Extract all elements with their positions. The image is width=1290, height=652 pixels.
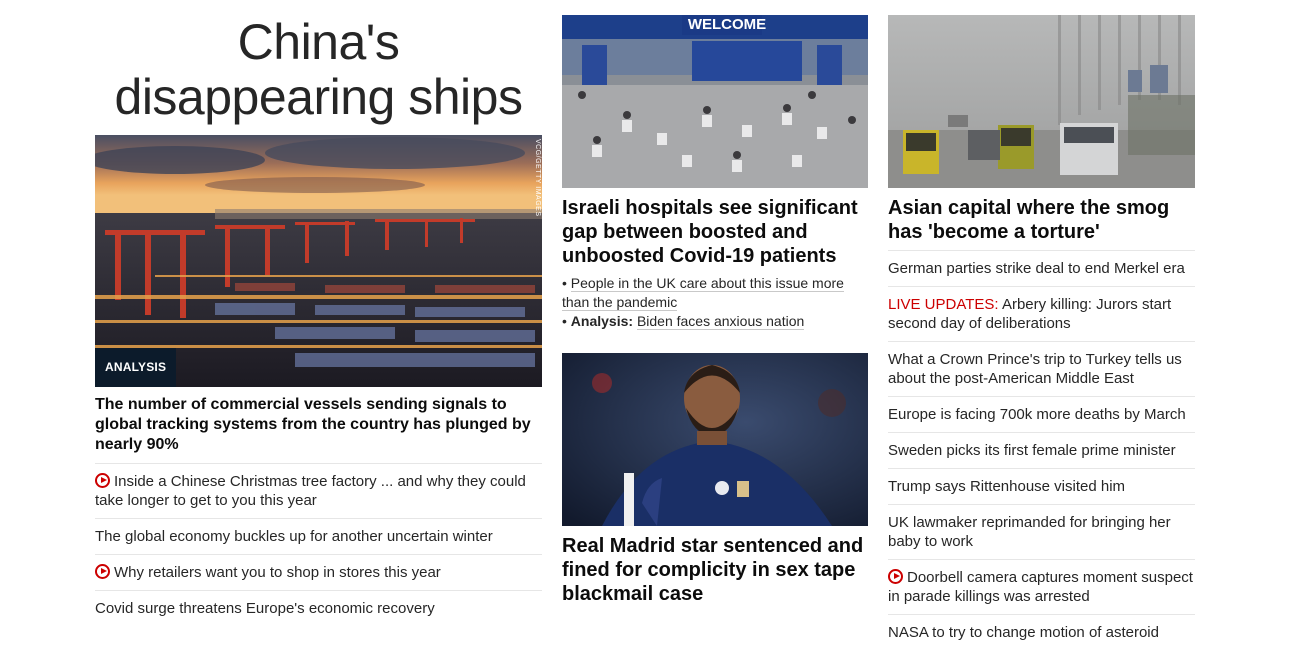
lead-image[interactable]: VCG/GETTY IMAGES ANALYSIS — [95, 135, 542, 387]
hospital-photo: WELCOME — [562, 15, 868, 188]
analysis-label: Analysis: — [570, 313, 634, 329]
link-text[interactable]: Why retailers want you to shop in stores… — [114, 564, 441, 581]
lead-headline[interactable]: China's disappearing ships — [95, 15, 542, 125]
list-item[interactable]: LIVE UPDATES: Arbery killing: Jurors sta… — [888, 286, 1195, 341]
live-updates-label: LIVE UPDATES: — [888, 296, 999, 313]
list-item[interactable]: Europe is facing 700k more deaths by Mar… — [888, 396, 1195, 432]
smog-image[interactable] — [888, 15, 1195, 188]
photo-credit: VCG/GETTY IMAGES — [534, 139, 541, 217]
smog-photo — [888, 15, 1195, 188]
footballer-photo — [562, 353, 868, 526]
link-text[interactable]: Inside a Chinese Christmas tree factory … — [95, 473, 526, 509]
right-headline-list: German parties strike deal to end Merkel… — [888, 250, 1195, 650]
list-item[interactable]: Why retailers want you to shop in stores… — [95, 554, 542, 590]
link-text[interactable]: Doorbell camera captures moment suspect … — [888, 569, 1193, 605]
link-text[interactable]: Biden faces anxious nation — [636, 313, 805, 330]
list-item[interactable]: Covid surge threatens Europe's economic … — [95, 590, 542, 626]
sublink-uk[interactable]: • People in the UK care about this issue… — [562, 274, 868, 312]
link-text[interactable]: Sweden picks its first female prime mini… — [888, 442, 1176, 459]
sublink-analysis[interactable]: • Analysis: Biden faces anxious nation — [562, 312, 868, 331]
israel-headline[interactable]: Israeli hospitals see significant gap be… — [562, 196, 868, 268]
lead-description[interactable]: The number of commercial vessels sending… — [95, 395, 542, 455]
list-item[interactable]: UK lawmaker reprimanded for bringing her… — [888, 504, 1195, 559]
link-text[interactable]: Europe is facing 700k more deaths by Mar… — [888, 406, 1186, 423]
list-item[interactable]: Doorbell camera captures moment suspect … — [888, 559, 1195, 614]
link-text[interactable]: Covid surge threatens Europe's economic … — [95, 600, 435, 617]
smog-headline[interactable]: Asian capital where the smog has 'become… — [888, 196, 1195, 244]
lead-related-links: Inside a Chinese Christmas tree factory … — [95, 463, 542, 626]
welcome-sign: WELCOME — [688, 16, 766, 33]
middle-column: WELCOME Israeli hospitals see significan… — [562, 0, 868, 606]
list-item[interactable]: Sweden picks its first female prime mini… — [888, 432, 1195, 468]
play-video-icon — [95, 564, 110, 579]
analysis-badge: ANALYSIS — [95, 348, 177, 387]
play-video-icon — [95, 473, 110, 488]
link-text[interactable]: The global economy buckles up for anothe… — [95, 528, 493, 545]
right-column: Asian capital where the smog has 'become… — [888, 0, 1195, 650]
link-text[interactable]: German parties strike deal to end Merkel… — [888, 260, 1185, 277]
link-text[interactable]: What a Crown Prince's trip to Turkey tel… — [888, 351, 1182, 387]
link-text[interactable]: NASA to try to change motion of asteroid — [888, 624, 1159, 641]
list-item[interactable]: The global economy buckles up for anothe… — [95, 518, 542, 554]
list-item[interactable]: What a Crown Prince's trip to Turkey tel… — [888, 341, 1195, 396]
list-item[interactable]: German parties strike deal to end Merkel… — [888, 250, 1195, 286]
hospital-image[interactable]: WELCOME — [562, 15, 868, 188]
benzema-image[interactable] — [562, 353, 868, 526]
link-text[interactable]: UK lawmaker reprimanded for bringing her… — [888, 514, 1171, 550]
israel-related-links: • People in the UK care about this issue… — [562, 274, 868, 331]
benzema-headline[interactable]: Real Madrid star sentenced and fined for… — [562, 534, 868, 606]
list-item[interactable]: Trump says Rittenhouse visited him — [888, 468, 1195, 504]
lead-story-column: China's disappearing ships VCG/GETTY IMA… — [95, 0, 542, 626]
link-text[interactable]: People in the UK care about this issue m… — [562, 275, 844, 311]
link-text[interactable]: Trump says Rittenhouse visited him — [888, 478, 1125, 495]
list-item[interactable]: Inside a Chinese Christmas tree factory … — [95, 463, 542, 518]
list-item[interactable]: NASA to try to change motion of asteroid — [888, 614, 1195, 650]
play-video-icon — [888, 569, 903, 584]
